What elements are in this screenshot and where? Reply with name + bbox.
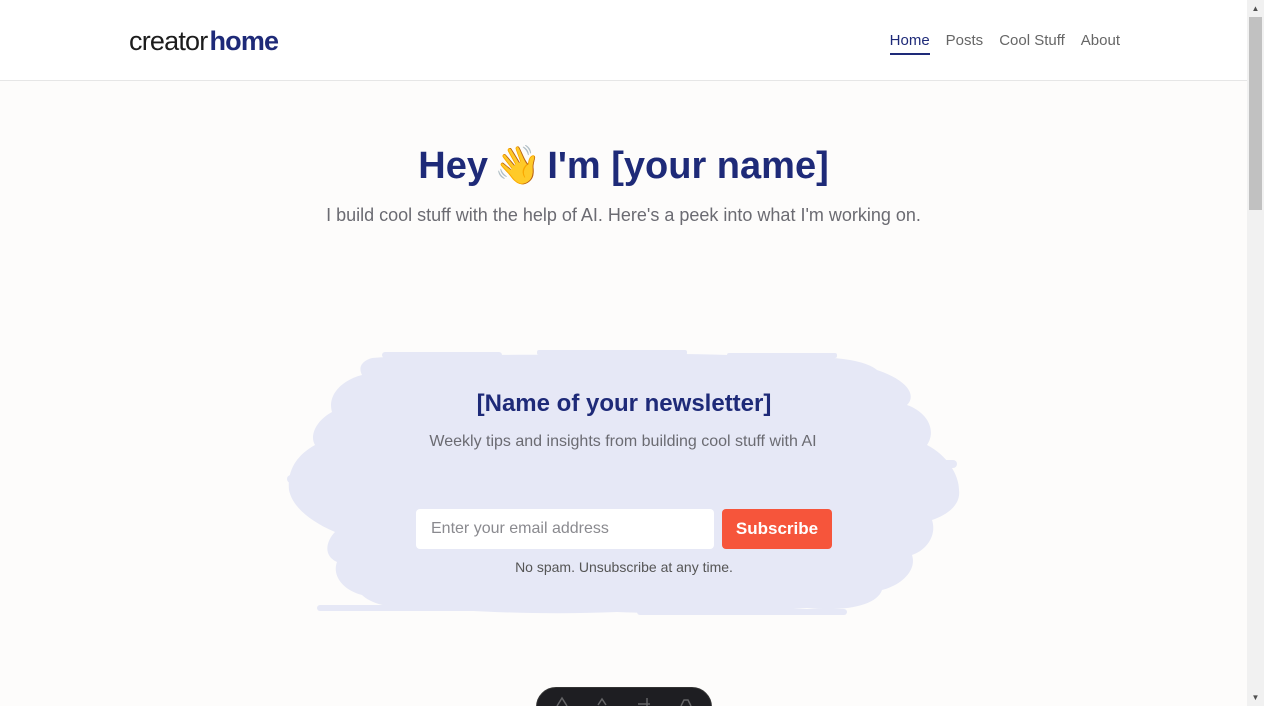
toolbar-icon[interactable] — [637, 696, 651, 706]
toolbar-icon[interactable] — [595, 696, 609, 706]
site-logo[interactable]: creatorhome — [129, 24, 279, 58]
hero-title: Hey 👋 I'm [your name] — [0, 143, 1247, 189]
site-header: creatorhome Home Posts Cool Stuff About — [0, 0, 1247, 81]
nav-about[interactable]: About — [1081, 31, 1120, 55]
toolbar-icon[interactable] — [679, 696, 693, 706]
nav-home[interactable]: Home — [889, 31, 930, 55]
waving-hand-icon: 👋 — [493, 145, 542, 187]
floating-toolbar[interactable] — [536, 687, 712, 706]
nav-posts[interactable]: Posts — [946, 31, 984, 55]
main-nav: Home Posts Cool Stuff About — [889, 31, 1120, 55]
hero-subtitle: I build cool stuff with the help of AI. … — [326, 205, 921, 225]
logo-text-home: home — [209, 26, 279, 56]
email-input[interactable] — [416, 509, 714, 549]
logo-text-creator: creator — [129, 26, 208, 56]
arrow-down-icon[interactable]: ▼ — [1247, 689, 1264, 706]
hero-title-name: I'm [your name] — [547, 145, 829, 187]
newsletter-note: No spam. Unsubscribe at any time. — [515, 559, 733, 575]
scrollbar-thumb[interactable] — [1249, 17, 1262, 210]
newsletter-title: [Name of your newsletter] — [476, 390, 772, 417]
page-scrollbar[interactable]: ▲ ▼ — [1247, 0, 1264, 706]
toolbar-icon[interactable] — [555, 696, 569, 706]
nav-cool-stuff[interactable]: Cool Stuff — [999, 31, 1065, 55]
arrow-up-icon[interactable]: ▲ — [1247, 0, 1264, 17]
newsletter-description: Weekly tips and insights from building c… — [429, 433, 817, 450]
subscribe-button[interactable]: Subscribe — [722, 509, 832, 549]
hero-title-greeting: Hey — [418, 145, 488, 187]
